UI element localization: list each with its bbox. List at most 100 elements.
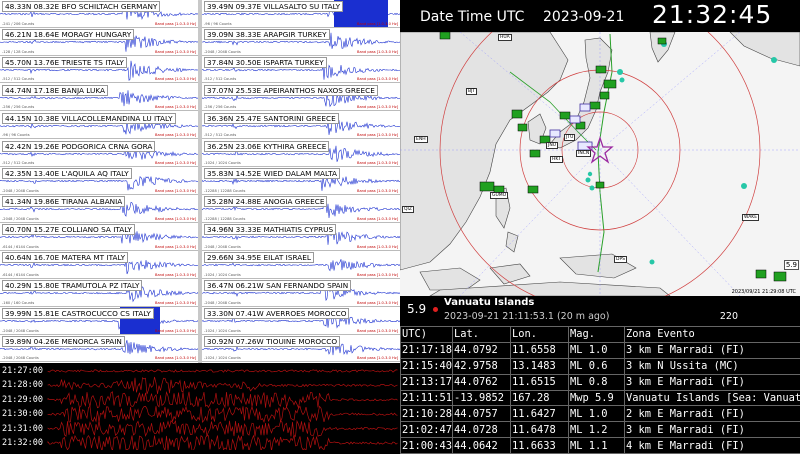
- table-cell: 21:02:47: [401, 422, 453, 438]
- station-trace: 37.07N 25.53E APEIRANTHOS NAXOS GREECE-2…: [202, 84, 400, 112]
- station-label: 36.25N 23.06E KYTHIRA GREECE: [204, 141, 329, 152]
- helicorder-time-label: 21:30:00: [2, 409, 43, 419]
- station-label: 40.29N 15.80E TRAMUTOLA PZ ITALY: [2, 280, 142, 291]
- station-label: 33.30N 07.41W AVERROES MOROCCO: [204, 308, 349, 319]
- station-counts: -12288 / 12288 Counts: [204, 217, 245, 221]
- station-counts: -2048 / 2048 Counts: [2, 217, 39, 221]
- column-header[interactable]: Zona Evento: [625, 327, 800, 343]
- clock-header: Date Time UTC 2023-09-21 21:32:45: [400, 0, 800, 32]
- station-label: 39.09N 38.33E ARAPGIR TURKEY: [204, 29, 330, 40]
- table-cell: Vanuatu Islands [Sea: Vanuatu]: [625, 390, 800, 406]
- station-label: 35.83N 14.52E WIED DALAM MALTA: [204, 168, 340, 179]
- station-counts: -512 / 512 Counts: [2, 77, 34, 81]
- station-counts: -2048 / 2048 Counts: [204, 301, 241, 305]
- quake-markers: [586, 41, 778, 265]
- helicorder-trace: [48, 370, 398, 372]
- current-date: 2023-09-21: [543, 9, 624, 25]
- latest-event-panel: 5.9 Vanuatu Islands 2023-09-21 21:11:53.…: [400, 296, 800, 326]
- table-cell: 44.0642: [453, 438, 511, 454]
- table-row[interactable]: 21:11:51-13.9852167.28Mwp 5.9Vanuatu Isl…: [401, 390, 800, 406]
- helicorder-panel: 21:27:0021:28:0021:29:0021:30:0021:31:00…: [0, 363, 400, 450]
- table-cell: 21:00:43: [401, 438, 453, 454]
- station-counts: -512 / 512 Counts: [204, 133, 236, 137]
- station-trace: 37.84N 30.50E ISPARTA TURKEY-512 / 512 C…: [202, 56, 400, 84]
- station-trace: 33.30N 07.41W AVERROES MOROCCO-1024 / 10…: [202, 307, 400, 335]
- column-header[interactable]: UTC): [401, 327, 453, 343]
- station-trace: 40.29N 15.80E TRAMUTOLA PZ ITALY -160 / 1…: [0, 279, 198, 307]
- seismogram-panel: 48.33N 08.32E BFO SCHILTACH GERMANY-241 …: [0, 0, 400, 363]
- station-label: 40.64N 16.70E MATERA MT ITALY: [2, 252, 128, 263]
- table-cell: -13.9852: [453, 390, 511, 406]
- table-cell: 13.1483: [511, 358, 569, 374]
- station-counts: -2048 / 2048 Counts: [2, 189, 39, 193]
- table-row[interactable]: 21:00:4344.064211.6633ML 1.14 km E Marra…: [401, 438, 800, 454]
- station-bandpass: Band pass [1.0-3.0 Hz]: [155, 273, 196, 277]
- station-trace: 44.74N 17.18E BANJA LUKA-256 / 256 Count…: [0, 84, 198, 112]
- table-cell: ML 1.1: [569, 438, 625, 454]
- land-kamchatka: [650, 32, 675, 62]
- station-counts: -2048 / 2048 Counts: [204, 50, 241, 54]
- table-row[interactable]: 21:13:1744.076211.6515ML 0.83 km E Marra…: [401, 374, 800, 390]
- helicorder-time-label: 21:31:00: [2, 424, 43, 434]
- event-time: 2023-09-21 21:11:53.1 (20 m ago): [444, 311, 609, 322]
- column-header[interactable]: Lon.: [511, 327, 569, 343]
- station-trace: 46.21N 18.64E MORAGY HUNGARY-128 / 128 C…: [0, 28, 198, 56]
- station-counts: -6144 / 6144 Counts: [2, 245, 39, 249]
- table-cell: 44.0792: [453, 342, 511, 358]
- station-label: 39.49N 09.37E VILLASALTO SU ITALY: [204, 1, 343, 12]
- table-row[interactable]: 21:17:1844.079211.6558ML 1.03 km E Marra…: [401, 342, 800, 358]
- station-label: 35.28N 24.88E ANOGIA GREECE: [204, 196, 327, 207]
- station-counts: -241 / 206 Counts: [2, 22, 34, 26]
- station-trace: 39.09N 38.33E ARAPGIR TURKEY -2048 / 2048…: [202, 28, 400, 56]
- map-station-code: BJT: [466, 88, 477, 95]
- station-counts: -1024 / 1024 Counts: [204, 273, 241, 277]
- station-bandpass: Band pass [1.0-3.0 Hz]: [357, 22, 398, 26]
- map-station-code: DPS: [614, 256, 627, 263]
- station-bandpass: Band pass [1.0-3.0 Hz]: [357, 245, 398, 249]
- table-cell: 21:13:17: [401, 374, 453, 390]
- station-bandpass: Band pass [1.0-3.0 Hz]: [155, 245, 196, 249]
- station-counts: -2048 / 2048 Counts: [2, 356, 39, 360]
- station-bandpass: Band pass [1.0-3.0 Hz]: [357, 217, 398, 221]
- datetime-label: Date Time UTC: [420, 9, 524, 25]
- station-trace: 44.15N 10.38E VILLACOLLEMANDINA LU ITALY…: [0, 112, 198, 140]
- helicorder-trace: [48, 435, 398, 450]
- table-cell: 21:10:28: [401, 406, 453, 422]
- station-bandpass: Band pass [1.0-3.0 Hz]: [155, 105, 196, 109]
- column-header[interactable]: Lat.: [453, 327, 511, 343]
- station-bandpass: Band pass [1.0-3.0 Hz]: [155, 329, 196, 333]
- map-station-code: GUMO: [490, 192, 508, 199]
- station-label: 41.34N 19.86E TIRANA ALBANIA: [2, 196, 125, 207]
- table-row[interactable]: 21:02:4744.072811.6478ML 1.23 km E Marra…: [401, 422, 800, 438]
- map-station-code: HKT: [550, 156, 563, 163]
- station-trace: 48.33N 08.32E BFO SCHILTACH GERMANY-241 …: [0, 0, 198, 28]
- column-header[interactable]: Mag.: [569, 327, 625, 343]
- map-station-code: ENH: [414, 136, 428, 143]
- station-column-right: 39.49N 09.37E VILLASALTO SU ITALY-96 / 9…: [202, 0, 400, 363]
- table-cell: 11.6558: [511, 342, 569, 358]
- station-bandpass: Band pass [1.0-3.0 Hz]: [155, 50, 196, 54]
- table-row[interactable]: 21:10:2844.075711.6427ML 1.02 km E Marra…: [401, 406, 800, 422]
- table-cell: ML 0.8: [569, 374, 625, 390]
- map-station-code: JTU: [564, 134, 575, 141]
- helicorder-plot: [0, 363, 400, 450]
- station-bandpass: Band pass [1.0-3.0 Hz]: [357, 105, 398, 109]
- map-timestamp: 2023/09/21 21:29:08 UTC: [732, 289, 796, 295]
- station-counts: -2048 / 2048 Counts: [204, 245, 241, 249]
- station-label: 42.42N 19.26E PODGORICA CRNA GORA: [2, 141, 155, 152]
- station-counts: -160 / 160 Counts: [2, 301, 34, 305]
- map-svg: [400, 32, 800, 296]
- station-bandpass: Band pass [1.0-3.0 Hz]: [357, 77, 398, 81]
- table-cell: 3 km E Marradi (FI): [625, 342, 800, 358]
- station-counts: -6144 / 6144 Counts: [2, 273, 39, 277]
- table-row[interactable]: 21:15:4042.975813.1483ML 0.63 km N Ussit…: [401, 358, 800, 374]
- table-cell: 11.6427: [511, 406, 569, 422]
- station-counts: -256 / 256 Counts: [2, 105, 34, 109]
- table-cell: 44.0762: [453, 374, 511, 390]
- station-bandpass: Band pass [1.0-3.0 Hz]: [357, 50, 398, 54]
- helicorder-trace: [48, 421, 398, 437]
- table-cell: 44.0728: [453, 422, 511, 438]
- station-trace: 39.99N 15.81E CASTROCUCCO CS ITALY-2048 …: [0, 307, 198, 335]
- station-counts: -1024 / 1024 Counts: [204, 161, 241, 165]
- red-dot-icon: [433, 307, 438, 312]
